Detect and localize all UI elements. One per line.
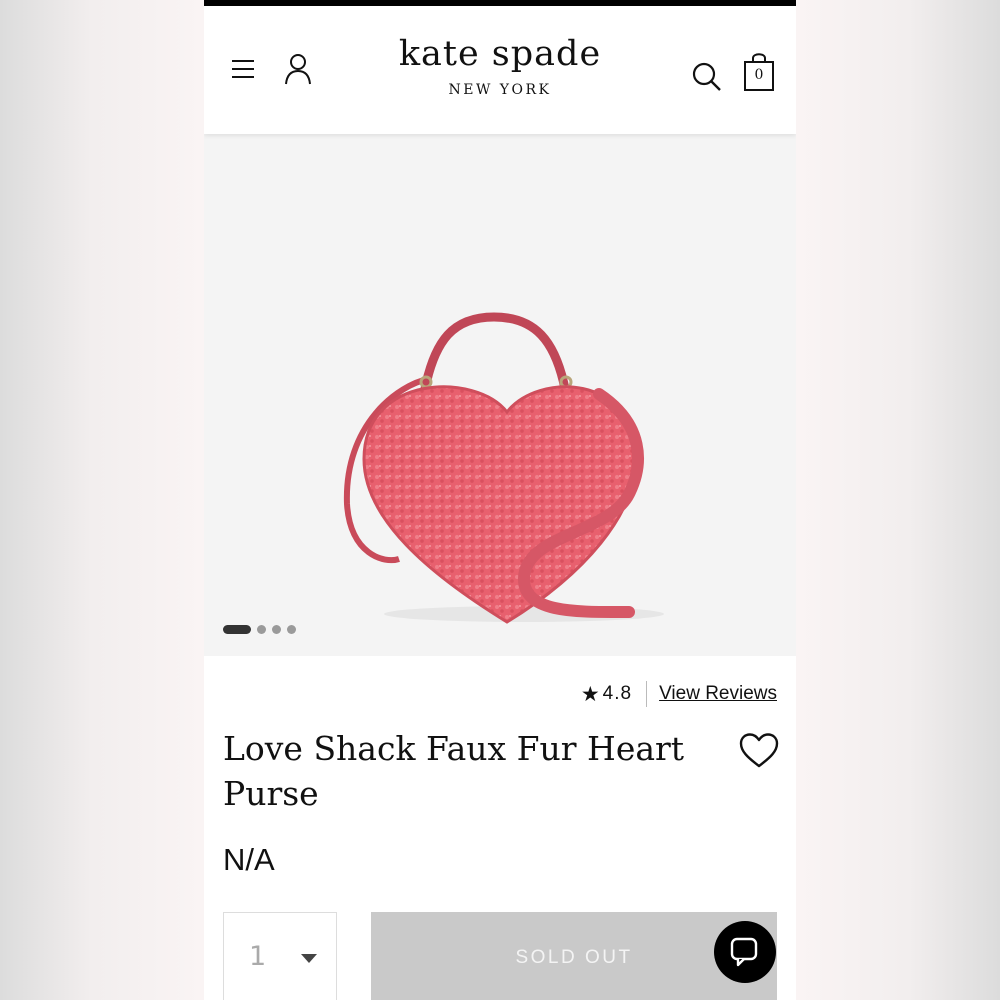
- carousel-dot[interactable]: [257, 624, 266, 634]
- rating-divider: [646, 681, 648, 707]
- view-reviews-link[interactable]: View Reviews: [659, 683, 777, 705]
- product-image-carousel[interactable]: [204, 134, 796, 656]
- shopping-bag-button[interactable]: 0: [742, 50, 776, 92]
- chevron-down-icon: [301, 954, 317, 963]
- carousel-indicators: [223, 623, 302, 635]
- product-price: N/A: [223, 842, 275, 877]
- account-button[interactable]: [282, 52, 314, 86]
- menu-button[interactable]: [228, 54, 258, 84]
- phone-screen: kate spade NEW YORK 0 ★ 4.8 View Reviews…: [204, 0, 796, 1000]
- chat-bubble-icon: [730, 937, 758, 967]
- chat-button[interactable]: [714, 921, 776, 983]
- star-icon: ★: [580, 682, 600, 706]
- background-right: [796, 0, 1000, 1000]
- search-icon: [692, 62, 721, 91]
- user-icon: [285, 54, 311, 85]
- site-header: kate spade NEW YORK 0: [204, 6, 796, 134]
- carousel-dot[interactable]: [272, 624, 281, 634]
- quantity-select[interactable]: 1: [223, 912, 337, 1000]
- product-title: Love Shack Faux Fur Heart Purse: [223, 729, 685, 813]
- quantity-value: 1: [249, 941, 267, 972]
- brand-logo[interactable]: kate spade NEW YORK: [350, 34, 650, 98]
- logo-sub-text: NEW YORK: [448, 82, 552, 98]
- hamburger-menu-icon: [232, 60, 254, 78]
- logo-main-text: kate spade: [398, 34, 602, 74]
- sold-out-label: SOLD OUT: [515, 947, 633, 968]
- heart-purse-image: [343, 312, 664, 624]
- heart-outline-icon: [739, 733, 779, 768]
- rating-row: ★ 4.8 View Reviews: [581, 680, 777, 708]
- carousel-dot[interactable]: [287, 624, 296, 634]
- wishlist-button[interactable]: [739, 733, 779, 769]
- bag-count-badge: 0: [754, 67, 764, 83]
- search-button[interactable]: [690, 60, 724, 94]
- carousel-dot[interactable]: [223, 624, 251, 634]
- rating-value: 4.8: [602, 683, 633, 704]
- background-left: [0, 0, 204, 1000]
